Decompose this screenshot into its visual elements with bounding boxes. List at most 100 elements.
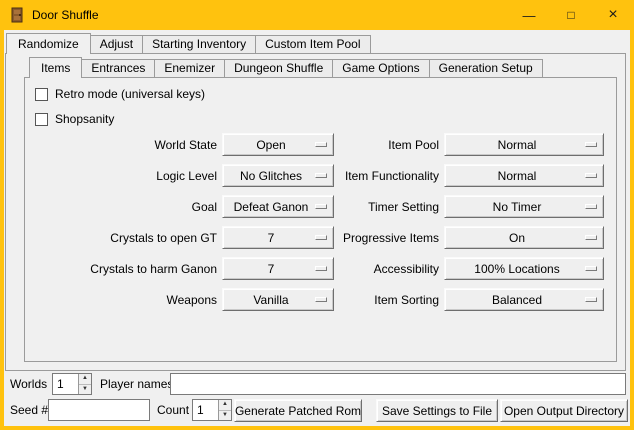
player-names-input[interactable] [170,373,626,395]
worlds-label: Worlds [10,377,47,391]
field-row: Weapons Vanilla Item Sorting Balanced [27,288,604,311]
dropdown-value: Defeat Ganon [234,200,323,214]
dropdown-value: Vanilla [253,293,302,307]
window: Door Shuffle — □ × Randomize Adjust Star… [0,0,634,430]
dropdown-indicator-icon [585,204,597,209]
window-title: Door Shuffle [32,8,99,22]
dropdown-value: No Timer [493,200,556,214]
checkbox-label: Retro mode (universal keys) [55,87,205,101]
spin-down-icon[interactable]: ▼ [219,411,231,421]
seed-label: Seed # [10,403,48,417]
sub-tab-bar: Items Entrances Enemizer Dungeon Shuffle… [29,57,543,77]
field-row: Crystals to open GT 7 Progressive Items … [27,226,604,249]
dropdown-indicator-icon [585,173,597,178]
crystals-gt-dropdown[interactable]: 7 [222,226,334,249]
dropdown-value: 7 [268,262,289,276]
logic-level-label: Logic Level [27,169,217,183]
dropdown-indicator-icon [585,266,597,271]
tab-entrances[interactable]: Entrances [81,59,155,77]
dropdown-value: Open [256,138,299,152]
close-button[interactable]: × [592,0,634,30]
generate-patched-rom-button[interactable]: Generate Patched Rom [234,399,362,422]
item-sorting-label: Item Sorting [339,293,439,307]
goal-dropdown[interactable]: Defeat Ganon [222,195,334,218]
app-icon[interactable] [9,7,25,23]
tab-items[interactable]: Items [29,57,82,78]
main-tab-bar: Randomize Adjust Starting Inventory Cust… [6,33,371,53]
progressive-items-label: Progressive Items [339,231,439,245]
open-output-directory-button[interactable]: Open Output Directory [500,399,628,422]
timer-setting-dropdown[interactable]: No Timer [444,195,604,218]
dropdown-indicator-icon [585,142,597,147]
titlebar: Door Shuffle — □ × [0,0,634,30]
item-functionality-dropdown[interactable]: Normal [444,164,604,187]
content-area: Randomize Adjust Starting Inventory Cust… [4,30,630,426]
crystals-ganon-dropdown[interactable]: 7 [222,257,334,280]
tab-enemizer[interactable]: Enemizer [154,59,225,77]
count-input[interactable] [193,400,218,420]
window-controls: — □ × [508,0,634,30]
spin-up-icon[interactable]: ▲ [219,400,231,411]
save-settings-button[interactable]: Save Settings to File [376,399,498,422]
world-state-dropdown[interactable]: Open [222,133,334,156]
dropdown-indicator-icon [315,235,327,240]
crystals-ganon-label: Crystals to harm Ganon [27,262,217,276]
tab-randomize[interactable]: Randomize [6,33,91,54]
worlds-spinbox[interactable]: ▲ ▼ [52,373,92,395]
worlds-input[interactable] [53,374,78,394]
field-row: Crystals to harm Ganon 7 Accessibility 1… [27,257,604,280]
checkbox-box-icon[interactable] [35,88,48,101]
dropdown-indicator-icon [315,297,327,302]
dropdown-value: Balanced [492,293,556,307]
count-label: Count [157,403,189,417]
item-pool-dropdown[interactable]: Normal [444,133,604,156]
spin-up-icon[interactable]: ▲ [79,374,91,385]
dropdown-value: Normal [498,138,551,152]
tab-generation-setup[interactable]: Generation Setup [429,59,543,77]
tab-custom-item-pool[interactable]: Custom Item Pool [255,35,370,53]
item-pool-label: Item Pool [339,138,439,152]
spin-buttons: ▲ ▼ [218,400,231,420]
dropdown-value: 100% Locations [474,262,573,276]
player-names-label: Player names [100,377,173,391]
field-row: World State Open Item Pool Normal [27,133,604,156]
weapons-dropdown[interactable]: Vanilla [222,288,334,311]
logic-level-dropdown[interactable]: No Glitches [222,164,334,187]
accessibility-label: Accessibility [339,262,439,276]
dropdown-indicator-icon [315,204,327,209]
tab-adjust[interactable]: Adjust [90,35,143,53]
spin-down-icon[interactable]: ▼ [79,385,91,395]
seed-input[interactable] [48,399,150,421]
crystals-gt-label: Crystals to open GT [27,231,217,245]
dropdown-value: 7 [268,231,289,245]
checkbox-box-icon[interactable] [35,113,48,126]
seed-row: Seed # Count ▲ ▼ Generate Patched Rom Sa… [4,399,630,422]
dropdown-indicator-icon [315,173,327,178]
item-sorting-dropdown[interactable]: Balanced [444,288,604,311]
tab-starting-inventory[interactable]: Starting Inventory [142,35,256,53]
shopsanity-checkbox[interactable]: Shopsanity [35,111,114,127]
count-spinbox[interactable]: ▲ ▼ [192,399,232,421]
goal-label: Goal [27,200,217,214]
dropdown-indicator-icon [585,235,597,240]
dropdown-indicator-icon [315,142,327,147]
progressive-items-dropdown[interactable]: On [444,226,604,249]
field-row: Logic Level No Glitches Item Functionali… [27,164,604,187]
dropdown-value: No Glitches [240,169,316,183]
world-state-label: World State [27,138,217,152]
minimize-button[interactable]: — [508,0,550,30]
checkbox-label: Shopsanity [55,112,114,126]
spin-buttons: ▲ ▼ [78,374,91,394]
worlds-row: Worlds ▲ ▼ Player names [4,373,630,396]
timer-setting-label: Timer Setting [339,200,439,214]
accessibility-dropdown[interactable]: 100% Locations [444,257,604,280]
tab-game-options[interactable]: Game Options [332,59,429,77]
weapons-label: Weapons [27,293,217,307]
dropdown-value: On [509,231,539,245]
dropdown-indicator-icon [585,297,597,302]
retro-mode-checkbox[interactable]: Retro mode (universal keys) [35,86,205,102]
tab-dungeon-shuffle[interactable]: Dungeon Shuffle [224,59,333,77]
maximize-button[interactable]: □ [550,0,592,30]
items-panel: Retro mode (universal keys) Shopsanity W… [24,77,617,362]
field-row: Goal Defeat Ganon Timer Setting No Timer [27,195,604,218]
